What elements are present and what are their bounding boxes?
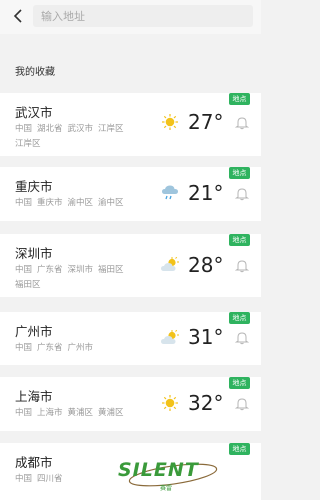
location-badge: 地点 (229, 377, 250, 389)
temperature: 27° (188, 110, 224, 134)
city-name: 武汉市 (15, 105, 53, 120)
favorite-card-shenzhen[interactable]: 地点 深圳市 中国 广东省 深圳市 福田区福田区 28° (0, 234, 261, 297)
bell-icon[interactable] (234, 330, 250, 345)
bell-icon[interactable] (234, 186, 250, 201)
address-part: 广东省 (37, 265, 63, 275)
city-address: 中国 广东省 广州市 (15, 341, 150, 356)
address-part: 江岸区 (15, 139, 41, 149)
location-badge: 地点 (229, 312, 250, 324)
address-part: 中国 (15, 124, 33, 134)
top-bar (0, 0, 261, 34)
location-badge: 地点 (229, 443, 250, 455)
bell-icon[interactable] (234, 258, 250, 273)
city-name: 上海市 (15, 389, 53, 404)
watermark-text: SILENT (118, 459, 199, 481)
sunny-icon (160, 394, 180, 412)
section-title: 我的收藏 (15, 67, 55, 78)
address-part: 渝中区 (67, 198, 94, 208)
address-part: 福田区 (98, 265, 124, 275)
address-part: 中国 (15, 198, 33, 208)
address-part: 黄浦区 (67, 408, 94, 418)
address-part: 中国 (15, 265, 33, 275)
favorite-card-chongqing[interactable]: 地点 重庆市 中国 重庆市 渝中区 渝中区 21° (0, 167, 261, 221)
temperature: 28° (188, 253, 224, 277)
watermark-subtext: 赛雷 (160, 485, 173, 492)
address-part: 武汉市 (67, 124, 94, 134)
city-address: 中国 湖北省 武汉市 江岸区江岸区 (15, 122, 150, 152)
address-part: 深圳市 (67, 265, 94, 275)
city-address: 中国 广东省 深圳市 福田区福田区 (15, 263, 150, 293)
address-part: 中国 (15, 474, 33, 484)
address-part: 湖北省 (37, 124, 63, 134)
address-part: 中国 (15, 343, 33, 353)
partly-cloudy-icon (160, 256, 180, 274)
sunny-icon (160, 113, 180, 131)
address-part: 重庆市 (37, 198, 63, 208)
address-part: 福田区 (15, 280, 41, 290)
search-input[interactable] (33, 5, 253, 28)
city-name: 重庆市 (15, 179, 53, 194)
city-name: 成都市 (15, 455, 53, 470)
partly-cloudy-icon (160, 329, 180, 347)
temperature: 31° (188, 325, 224, 349)
address-part: 黄浦区 (98, 408, 124, 418)
location-badge: 地点 (229, 234, 250, 246)
favorite-card-shanghai[interactable]: 地点 上海市 中国 上海市 黄浦区 黄浦区 32° (0, 377, 261, 431)
rain-icon (160, 184, 180, 202)
address-part: 上海市 (37, 408, 63, 418)
bell-icon[interactable] (234, 396, 250, 411)
address-part: 江岸区 (98, 124, 124, 134)
location-badge: 地点 (229, 167, 250, 179)
location-badge: 地点 (229, 93, 250, 105)
city-address: 中国 上海市 黄浦区 黄浦区 (15, 406, 150, 421)
back-arrow-icon[interactable] (10, 6, 28, 26)
search-box[interactable] (33, 5, 253, 28)
favorite-card-guangzhou[interactable]: 地点 广州市 中国 广东省 广州市 31° (0, 312, 261, 365)
watermark-logo: SILENT 赛雷 (118, 455, 228, 495)
city-name: 深圳市 (15, 246, 53, 261)
address-part: 中国 (15, 408, 33, 418)
address-part: 渝中区 (98, 198, 124, 208)
address-part: 广东省 (37, 343, 63, 353)
favorite-card-wuhan[interactable]: 地点 武汉市 中国 湖北省 武汉市 江岸区江岸区 27° (0, 93, 261, 156)
temperature: 32° (188, 391, 224, 415)
bell-icon[interactable] (234, 115, 250, 130)
city-name: 广州市 (15, 324, 53, 339)
address-part: 四川省 (37, 474, 63, 484)
temperature: 21° (188, 181, 224, 205)
city-address: 中国 重庆市 渝中区 渝中区 (15, 196, 150, 211)
address-part: 广州市 (67, 343, 94, 353)
